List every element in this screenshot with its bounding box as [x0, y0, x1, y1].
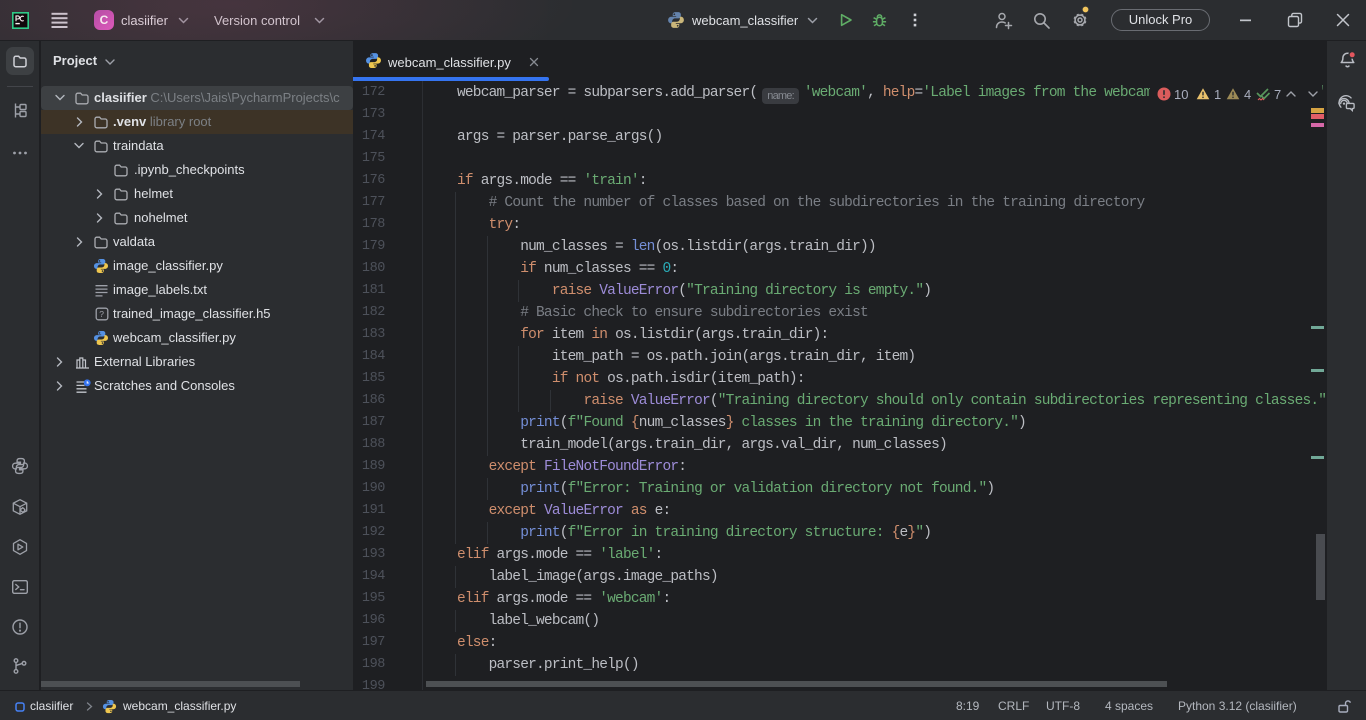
svg-text:?: ?	[99, 309, 104, 319]
